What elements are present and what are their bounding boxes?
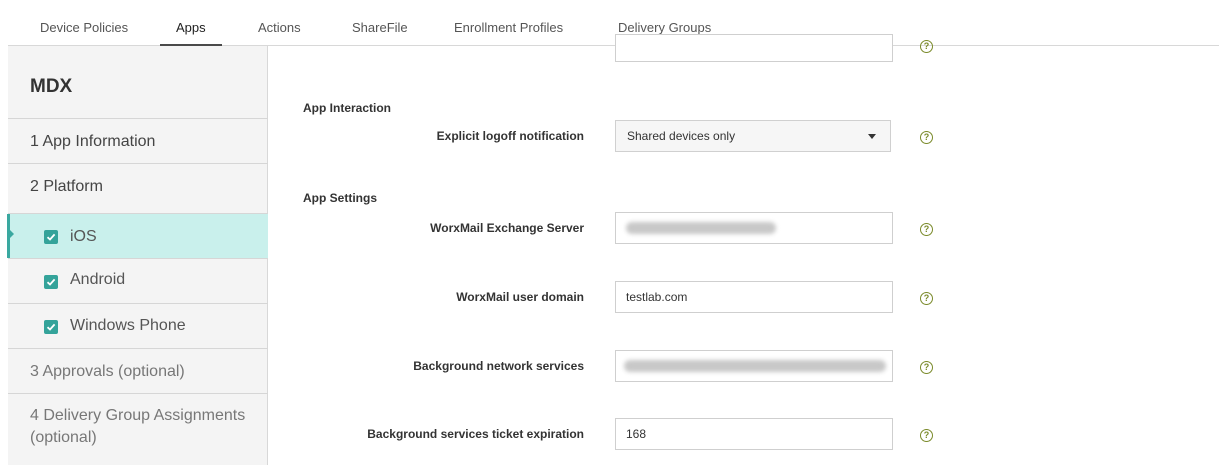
sidebar-item-label: 4 Delivery Group Assignments: [30, 407, 246, 424]
help-icon[interactable]: ?: [920, 223, 933, 236]
tab-apps[interactable]: Apps: [160, 0, 222, 47]
section-app-interaction: App Interaction: [303, 101, 392, 115]
active-item-marker: [7, 214, 14, 258]
sidebar-item-label: 1 App Information: [30, 133, 156, 150]
sidebar-item-ios[interactable]: iOS: [7, 213, 268, 258]
checkbox-checked-icon[interactable]: [44, 275, 58, 289]
checkbox-checked-icon[interactable]: [44, 230, 58, 244]
sidebar-item-label: Windows Phone: [70, 317, 186, 334]
section-app-settings: App Settings: [303, 191, 377, 205]
explicit-logoff-select[interactable]: Shared devices only: [615, 120, 891, 152]
help-icon[interactable]: ?: [920, 131, 933, 144]
main-form: ? App Interaction Explicit logoff notifi…: [270, 34, 1219, 465]
partial-input-field[interactable]: [615, 34, 893, 62]
help-icon[interactable]: ?: [920, 40, 933, 53]
worxmail-exchange-server-input[interactable]: [615, 212, 893, 244]
explicit-logoff-value: Shared devices only: [627, 129, 736, 143]
help-icon[interactable]: ?: [920, 361, 933, 374]
sidebar-item-label-line2: (optional): [30, 429, 97, 446]
worxmail-exchange-server-label: WorxMail Exchange Server: [430, 221, 584, 235]
tab-actions[interactable]: Actions: [258, 0, 301, 46]
sidebar: MDX 1 App Information 2 Platform iOS And…: [7, 46, 268, 465]
dropdown-caret-icon: [868, 134, 876, 139]
sidebar-item-label: 2 Platform: [30, 178, 103, 195]
sidebar-item-label: 3 Approvals (optional): [30, 363, 185, 380]
ticket-expiration-value: 168: [626, 427, 647, 441]
redacted-value: [624, 360, 886, 372]
help-icon[interactable]: ?: [920, 292, 933, 305]
sidebar-item-app-information[interactable]: 1 App Information: [8, 118, 268, 163]
worxmail-user-domain-input[interactable]: testlab.com: [615, 281, 893, 313]
ticket-expiration-input[interactable]: 168: [615, 418, 893, 450]
sidebar-item-android[interactable]: Android: [8, 258, 268, 303]
tab-enrollment-profiles[interactable]: Enrollment Profiles: [454, 0, 563, 46]
tab-sharefile[interactable]: ShareFile: [352, 0, 408, 46]
tab-device-policies[interactable]: Device Policies: [40, 0, 128, 46]
explicit-logoff-label: Explicit logoff notification: [436, 129, 584, 143]
checkbox-checked-icon[interactable]: [44, 320, 58, 334]
sidebar-item-approvals[interactable]: 3 Approvals (optional): [8, 348, 268, 393]
background-network-services-input[interactable]: [615, 350, 893, 382]
sidebar-item-delivery-group-assignments[interactable]: 4 Delivery Group Assignments (optional): [8, 393, 268, 465]
ticket-expiration-label: Background services ticket expiration: [367, 427, 584, 441]
sidebar-title: MDX: [30, 76, 73, 97]
top-tab-bar: Device Policies Apps Actions ShareFile E…: [8, 0, 1219, 47]
sidebar-item-windows-phone[interactable]: Windows Phone: [8, 303, 268, 348]
tab-apps-label: Apps: [176, 20, 206, 35]
worxmail-user-domain-value: testlab.com: [626, 290, 688, 304]
redacted-value: [626, 222, 776, 234]
sidebar-item-label: Android: [70, 271, 126, 288]
worxmail-user-domain-label: WorxMail user domain: [456, 290, 584, 304]
help-icon[interactable]: ?: [920, 429, 933, 442]
sidebar-item-label: iOS: [70, 228, 97, 245]
sidebar-item-platform[interactable]: 2 Platform: [8, 163, 268, 213]
background-network-services-label: Background network services: [413, 359, 584, 373]
